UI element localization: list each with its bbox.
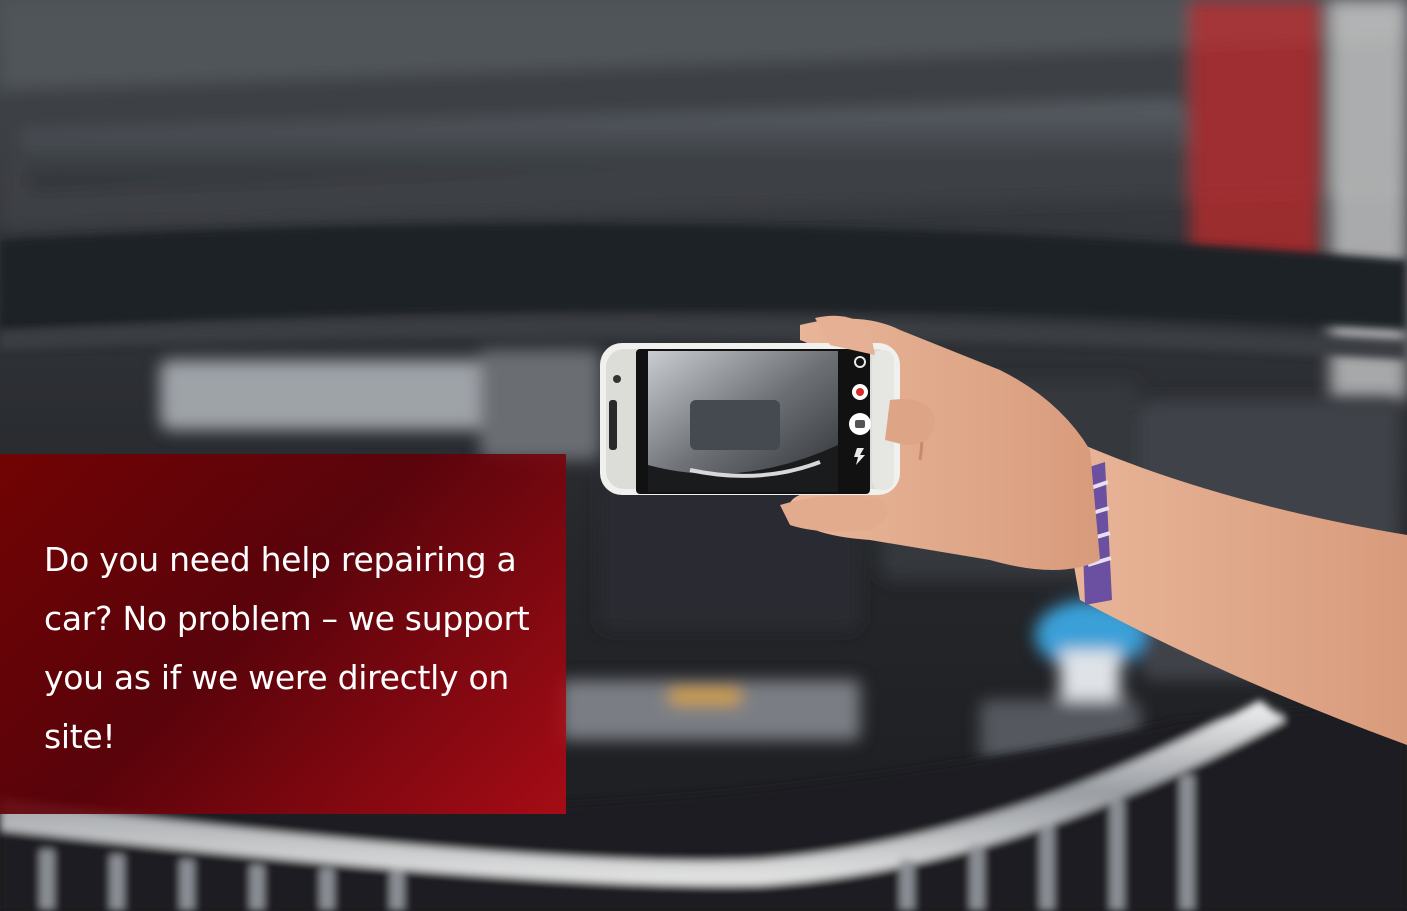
caption-text: Do you need help repairing a car? No pro… — [44, 540, 530, 756]
photo-frame: Do you need help repairing a car? No pro… — [0, 0, 1407, 911]
phone — [600, 343, 900, 495]
caption-box: Do you need help repairing a car? No pro… — [0, 454, 566, 814]
record-icon[interactable] — [852, 384, 868, 400]
camera-shutter-icon[interactable] — [849, 413, 871, 435]
